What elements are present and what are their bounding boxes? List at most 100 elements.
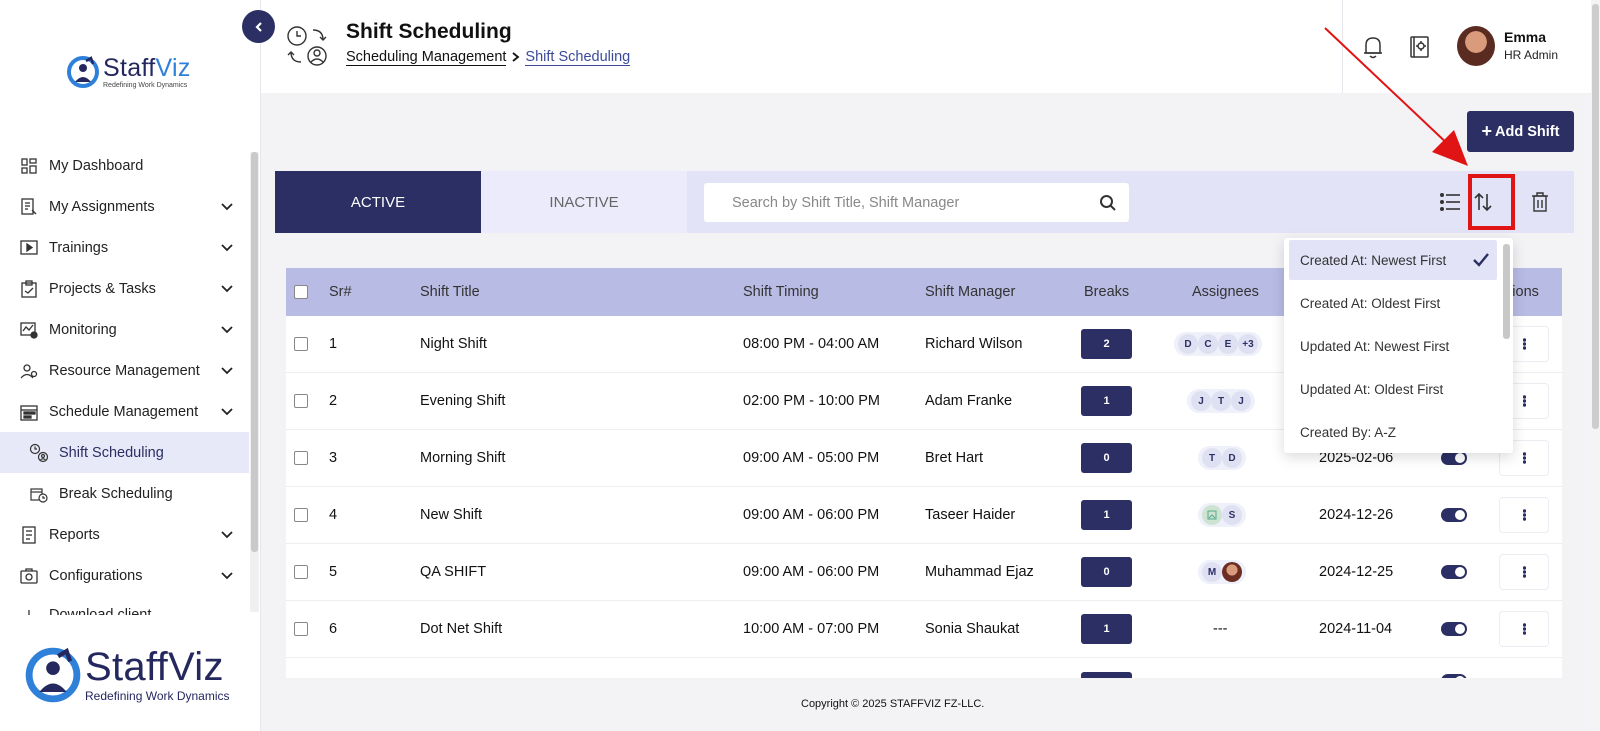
status-toggle[interactable] — [1441, 508, 1467, 522]
col-shift-manager[interactable]: Shift Manager — [925, 268, 1015, 316]
break-icon — [28, 483, 50, 505]
row-checkbox[interactable] — [294, 451, 308, 465]
sidebar-item-label: Shift Scheduling — [59, 444, 164, 461]
cell-assignees: M — [1198, 544, 1246, 600]
sidebar-item-shift-scheduling[interactable]: Shift Scheduling — [0, 432, 249, 473]
sidebar-item-label: Download client — [49, 607, 152, 615]
sidebar-item-monitoring[interactable]: Monitoring — [0, 309, 249, 350]
sort-option-updated-oldest[interactable]: Updated At: Oldest First — [1284, 368, 1513, 411]
sidebar-item-projects-tasks[interactable]: Projects & Tasks — [0, 268, 249, 309]
kebab-icon — [1522, 623, 1526, 635]
sort-option-created-newest[interactable]: Created At: Newest First — [1289, 240, 1497, 280]
cell-timing: 02:00 PM - 10:00 PM — [743, 393, 881, 409]
staffviz-logo-icon — [25, 647, 81, 703]
list-view-icon[interactable] — [1439, 191, 1461, 213]
assignee-chips[interactable]: J T J — [1187, 389, 1255, 413]
sidebar-item-download-client[interactable]: Download client — [0, 596, 249, 615]
chevron-down-icon — [221, 367, 233, 375]
cell-title: QA SHIFT — [420, 564, 487, 580]
status-toggle[interactable] — [1441, 565, 1467, 579]
row-actions-button[interactable] — [1499, 554, 1549, 590]
status-toggle[interactable] — [1441, 674, 1467, 678]
sort-option-created-oldest[interactable]: Created At: Oldest First — [1284, 282, 1513, 325]
table-row[interactable]: 6 Dot Net Shift 10:00 AM - 07:00 PM Soni… — [286, 601, 1562, 658]
kebab-icon — [1522, 509, 1526, 521]
sidebar-item-my-dashboard[interactable]: My Dashboard — [0, 145, 249, 186]
breaks-badge[interactable]: 1 — [1081, 614, 1132, 644]
brand-name: StaffViz — [85, 645, 224, 689]
breaks-badge[interactable]: 1 — [1081, 386, 1132, 416]
row-actions-button[interactable] — [1499, 497, 1549, 533]
status-toggle[interactable] — [1441, 622, 1467, 636]
cell-title: Morning Shift — [420, 450, 506, 466]
page-scrollbar[interactable] — [1591, 0, 1600, 731]
sidebar-item-label: Resource Management — [49, 362, 200, 379]
search-icon[interactable] — [1099, 194, 1117, 212]
col-shift-title[interactable]: Shift Title — [420, 268, 480, 316]
row-checkbox[interactable] — [294, 622, 308, 636]
notification-bell-icon[interactable] — [1360, 34, 1386, 60]
cell-timing: 09:00 AM - 05:00 PM — [743, 450, 880, 466]
sidebar-item-reports[interactable]: Reports — [0, 514, 249, 555]
brand-tagline: Redefining Work Dynamics — [85, 689, 230, 703]
status-toggle[interactable] — [1441, 451, 1467, 465]
row-actions-button[interactable] — [1499, 611, 1549, 647]
sidebar-item-configurations[interactable]: Configurations — [0, 555, 249, 596]
user-avatar[interactable] — [1457, 26, 1495, 66]
search-input[interactable] — [732, 194, 1092, 211]
cell-manager: Adam Franke — [925, 393, 1013, 409]
sidebar-item-break-scheduling[interactable]: Break Scheduling — [0, 473, 249, 514]
assignee-chips[interactable]: T D — [1198, 446, 1246, 470]
col-breaks[interactable]: Breaks — [1084, 268, 1129, 316]
breadcrumb-scheduling-management[interactable]: Scheduling Management — [346, 49, 507, 66]
add-shift-button[interactable]: + Add Shift — [1467, 111, 1574, 152]
col-sr[interactable]: Sr# — [329, 268, 352, 316]
sidebar-item-my-assignments[interactable]: My Assignments — [0, 186, 249, 227]
kebab-icon — [1522, 452, 1526, 464]
sidebar-item-resource-management[interactable]: Resource Management — [0, 350, 249, 391]
sidebar-item-label: My Dashboard — [49, 157, 144, 174]
sidebar-item-schedule-management[interactable]: Schedule Management — [0, 391, 249, 432]
breaks-badge[interactable] — [1081, 672, 1132, 678]
dropdown-scroll-thumb[interactable] — [1503, 244, 1510, 339]
sidebar-scroll-thumb[interactable] — [251, 152, 258, 552]
breaks-badge[interactable]: 0 — [1081, 443, 1132, 473]
table-row[interactable] — [286, 658, 1562, 678]
row-checkbox-cell — [294, 316, 308, 372]
table-row[interactable]: 4 New Shift 09:00 AM - 06:00 PM Taseer H… — [286, 487, 1562, 544]
cell-manager: Taseer Haider — [925, 507, 1016, 523]
table-row[interactable]: 5 QA SHIFT 09:00 AM - 06:00 PM Muhammad … — [286, 544, 1562, 601]
help-book-icon[interactable] — [1407, 34, 1433, 60]
page-scroll-thumb[interactable] — [1592, 4, 1599, 429]
trash-icon[interactable] — [1529, 191, 1551, 213]
breaks-badge[interactable]: 1 — [1081, 500, 1132, 530]
cell-title: New Shift — [420, 507, 483, 523]
sidebar-item-trainings[interactable]: Trainings — [0, 227, 249, 268]
sidebar-collapse-button[interactable] — [242, 10, 275, 43]
row-checkbox[interactable] — [294, 565, 308, 579]
brand-logo[interactable]: StaffViz Redefining Work Dynamics — [66, 52, 206, 92]
sidebar-item-label: Monitoring — [49, 321, 117, 338]
assignee-chips[interactable]: S — [1198, 503, 1246, 527]
assignee-chips[interactable]: M — [1198, 560, 1246, 584]
breadcrumb-shift-scheduling[interactable]: Shift Scheduling — [525, 49, 631, 66]
chevron-down-icon — [221, 285, 233, 293]
row-checkbox[interactable] — [294, 508, 308, 522]
sidebar-scrollbar[interactable] — [250, 152, 259, 612]
sort-option-updated-newest[interactable]: Updated At: Newest First — [1284, 325, 1513, 368]
tab-inactive[interactable]: INACTIVE — [481, 171, 687, 233]
assignee-chips[interactable]: D C E +3 — [1174, 332, 1262, 356]
row-checkbox[interactable] — [294, 337, 308, 351]
tab-active[interactable]: ACTIVE — [275, 171, 481, 233]
row-checkbox[interactable] — [294, 394, 308, 408]
breaks-badge[interactable]: 2 — [1081, 329, 1132, 359]
assignment-icon — [18, 196, 40, 218]
select-all-checkbox[interactable] — [294, 285, 308, 299]
cell-status — [1441, 487, 1467, 543]
col-assignees[interactable]: Assignees — [1192, 268, 1259, 316]
cell-created-at: 2024-11-04 — [1319, 621, 1393, 637]
breaks-badge[interactable]: 0 — [1081, 557, 1132, 587]
footer-copyright: Copyright © 2025 STAFFVIZ FZ-LLC. — [801, 698, 985, 710]
col-shift-timing[interactable]: Shift Timing — [743, 268, 819, 316]
sort-option-created-by-az[interactable]: Created By: A-Z — [1284, 411, 1513, 453]
